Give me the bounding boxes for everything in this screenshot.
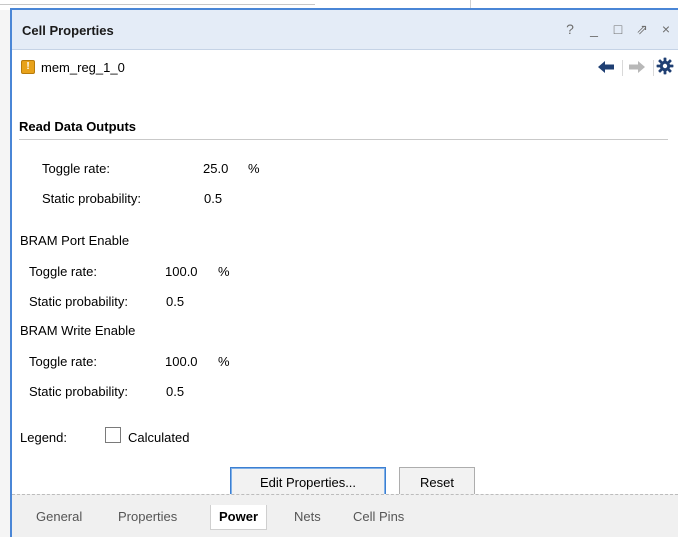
tab-bar: General Properties Power Nets Cell Pins [12,494,678,537]
panel-titlebar: Cell Properties ? _ □ ⇗ × [12,10,678,50]
write-toggle-rate-unit: % [218,354,230,369]
power-content: Read Data Outputs Toggle rate: 25.0 % St… [12,86,678,499]
read-static-probability-label: Static probability: [42,191,141,206]
tab-nets[interactable]: Nets [294,509,321,524]
port-toggle-rate-unit: % [218,264,230,279]
forward-arrow-icon[interactable] [628,59,646,75]
close-icon[interactable]: × [660,21,672,37]
float-icon[interactable]: ⇗ [636,21,648,37]
tab-properties[interactable]: Properties [118,509,177,524]
nav-separator [622,60,623,76]
legend-calculated-label: Calculated [128,430,190,445]
nav-separator-2 [653,60,654,76]
object-name: mem_reg_1_0 [41,60,125,75]
legend-calculated-swatch [105,427,121,443]
port-static-probability-label: Static probability: [29,294,128,309]
read-toggle-rate-value: 25.0 [203,161,229,176]
tab-power[interactable]: Power [210,505,268,530]
read-static-probability-value: 0.5 [204,191,223,206]
write-toggle-rate-value: 100.0 [165,354,198,369]
legend-label: Legend: [20,430,67,445]
window-controls: ? _ □ ⇗ × [564,21,672,37]
read-toggle-rate-label: Toggle rate: [42,161,110,176]
port-toggle-rate-value: 100.0 [165,264,198,279]
port-static-probability-value: 0.5 [166,294,185,309]
maximize-icon[interactable]: □ [612,21,624,37]
top-divider [0,4,315,5]
section-divider [19,139,668,140]
panel-title: Cell Properties [22,23,114,38]
cell-icon: ! [21,60,35,74]
write-toggle-rate-label: Toggle rate: [29,354,97,369]
section-heading-read-data-outputs: Read Data Outputs [19,119,137,134]
help-icon[interactable]: ? [564,21,576,37]
port-toggle-rate-label: Toggle rate: [29,264,97,279]
minimize-icon[interactable]: _ [588,21,600,37]
section-heading-bram-write-enable: BRAM Write Enable [20,323,136,338]
write-static-probability-label: Static probability: [29,384,128,399]
write-static-probability-value: 0.5 [166,384,185,399]
section-heading-bram-port-enable: BRAM Port Enable [20,233,130,248]
read-toggle-rate-unit: % [248,161,260,176]
tab-general[interactable]: General [36,509,82,524]
tab-cell-pins[interactable]: Cell Pins [353,509,404,524]
cell-properties-panel: Cell Properties ? _ □ ⇗ × ! mem_reg_1_0 [10,8,678,537]
back-arrow-icon[interactable] [597,59,615,75]
gear-icon[interactable] [656,57,674,75]
object-bar: ! mem_reg_1_0 [12,51,678,85]
background-left-strip [0,0,10,537]
